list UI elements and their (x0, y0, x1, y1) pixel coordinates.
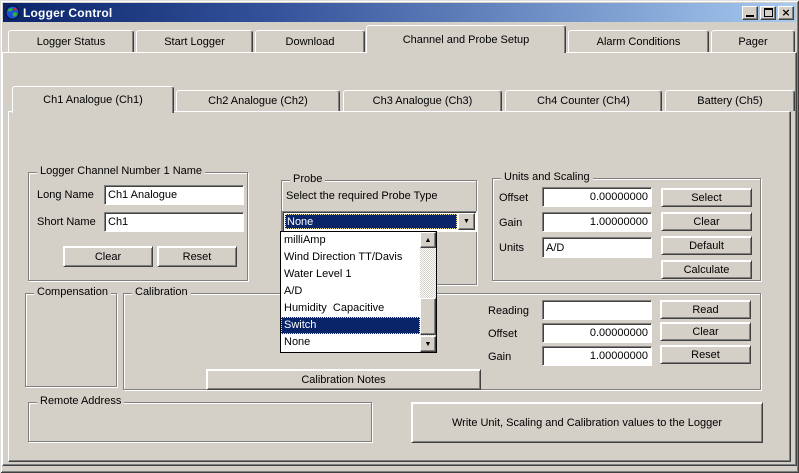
scrollbar-track[interactable] (420, 248, 436, 336)
tab-label: Pager (738, 35, 768, 48)
combo-selected-value: None (285, 214, 457, 229)
tab-label: Logger Status (36, 35, 106, 48)
maximize-icon (763, 8, 773, 17)
dropdown-scrollbar[interactable]: ▲ ▼ (420, 232, 436, 352)
calibration-reading-label: Reading (488, 305, 529, 317)
tab-label: Ch2 Analogue (Ch2) (208, 95, 308, 107)
tab-label: Ch1 Analogue (Ch1) (43, 94, 143, 106)
tab-logger-status[interactable]: Logger Status (8, 30, 134, 52)
calibration-gain-label: Gain (488, 351, 512, 363)
window-controls: × (742, 5, 794, 20)
tab-pager[interactable]: Pager (711, 30, 795, 52)
remote-address-group: Remote Address (28, 395, 372, 442)
calibration-notes-button[interactable]: Calibration Notes (206, 369, 481, 390)
group-caption: Units and Scaling (501, 171, 593, 184)
units-gain-label: Gain (499, 217, 523, 229)
units-calculate-button[interactable]: Calculate (661, 260, 752, 279)
compensation-group: Compensation (25, 286, 117, 387)
long-name-label: Long Name (37, 189, 94, 201)
list-item[interactable]: Humidity Capacitive (281, 300, 420, 317)
units-units-label: Units (499, 242, 525, 254)
close-button[interactable]: × (778, 5, 794, 20)
group-caption: Probe (290, 173, 326, 186)
tab-label: Channel and Probe Setup (402, 33, 530, 46)
short-name-input[interactable] (104, 212, 244, 232)
name-reset-button[interactable]: Reset (157, 246, 237, 267)
tab-alarm-conditions[interactable]: Alarm Conditions (568, 30, 709, 52)
tab-label: Download (285, 35, 335, 48)
tab-label: Start Logger (164, 35, 225, 48)
list-item[interactable]: A/D (281, 283, 420, 300)
probe-type-dropdown-list: milliAmp Wind Direction TT/Davis Water L… (280, 231, 437, 353)
short-name-label: Short Name (37, 216, 96, 228)
calibration-clear-button[interactable]: Clear (660, 322, 751, 341)
tab-label: Battery (Ch5) (697, 95, 763, 107)
tab-label: Ch4 Counter (Ch4) (537, 95, 630, 107)
units-select-button[interactable]: Select (661, 188, 752, 207)
units-default-button[interactable]: Default (661, 236, 752, 255)
channel-name-group: Logger Channel Number 1 Name Long Name S… (28, 165, 248, 281)
calibration-offset-input[interactable] (542, 323, 652, 343)
list-item-selected[interactable]: Switch (281, 317, 420, 334)
scroll-up-button[interactable]: ▲ (420, 232, 436, 248)
group-caption: Remote Address (37, 395, 125, 408)
tab-download[interactable]: Download (255, 30, 365, 52)
units-gain-input[interactable] (542, 212, 652, 232)
write-to-logger-button[interactable]: Write Unit, Scaling and Calibration valu… (411, 402, 763, 443)
units-units-input[interactable] (542, 237, 652, 258)
units-offset-label: Offset (499, 192, 529, 204)
group-caption: Calibration (132, 286, 191, 299)
calibration-group: Calibration Reading Read Offset Clear Ga… (123, 286, 761, 390)
tab-ch1-analogue[interactable]: Ch1 Analogue (Ch1) (12, 86, 174, 113)
tab-ch3-analogue[interactable]: Ch3 Analogue (Ch3) (343, 90, 502, 111)
probe-type-combobox[interactable]: None ▼ (282, 211, 477, 232)
list-item[interactable]: None (281, 334, 420, 351)
calibration-reading-input[interactable] (542, 300, 652, 320)
maximize-button[interactable] (760, 5, 776, 20)
app-globe-icon (5, 5, 20, 20)
calibration-read-button[interactable]: Read (660, 300, 751, 319)
tab-channel-and-probe-setup[interactable]: Channel and Probe Setup (366, 25, 566, 53)
tab-ch2-analogue[interactable]: Ch2 Analogue (Ch2) (176, 90, 340, 111)
units-scaling-group: Units and Scaling Offset Select Gain Cle… (492, 171, 761, 281)
tab-start-logger[interactable]: Start Logger (136, 30, 253, 52)
group-caption: Compensation (34, 286, 111, 299)
calibration-gain-input[interactable] (542, 346, 652, 366)
units-offset-input[interactable] (542, 187, 652, 207)
chevron-up-icon: ▲ (424, 236, 432, 244)
combo-dropdown-button[interactable]: ▼ (458, 213, 475, 230)
units-clear-button[interactable]: Clear (661, 212, 752, 231)
minimize-button[interactable] (742, 5, 758, 20)
tab-label: Ch3 Analogue (Ch3) (372, 95, 473, 107)
tab-label: Alarm Conditions (596, 35, 681, 48)
chevron-down-icon: ▼ (424, 340, 432, 348)
list-item[interactable]: Water Level 1 (281, 266, 420, 283)
tab-ch4-counter[interactable]: Ch4 Counter (Ch4) (505, 90, 662, 111)
scrollbar-thumb[interactable] (420, 298, 436, 335)
long-name-input[interactable] (104, 185, 244, 205)
logger-control-window: Logger Control × Logger Status Start Log… (0, 0, 799, 473)
tab-battery-ch5[interactable]: Battery (Ch5) (665, 90, 795, 111)
close-icon: × (781, 5, 791, 19)
name-clear-button[interactable]: Clear (63, 246, 153, 267)
list-item[interactable]: Wind Direction TT/Davis (281, 249, 420, 266)
calibration-offset-label: Offset (488, 328, 518, 340)
probe-type-label: Select the required Probe Type (286, 190, 438, 202)
calibration-reset-button[interactable]: Reset (660, 345, 751, 364)
list-item[interactable]: milliAmp (281, 232, 420, 249)
scroll-down-button[interactable]: ▼ (420, 336, 436, 352)
window-title: Logger Control (23, 5, 113, 20)
title-bar[interactable]: Logger Control × (3, 3, 796, 22)
minimize-icon (746, 15, 754, 17)
group-caption: Logger Channel Number 1 Name (37, 165, 206, 178)
chevron-down-icon: ▼ (463, 218, 470, 225)
